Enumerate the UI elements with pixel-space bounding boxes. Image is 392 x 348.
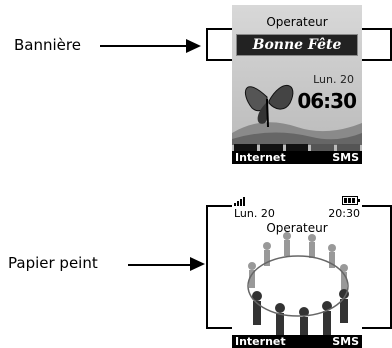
- softkey-internet[interactable]: Internet: [235, 335, 286, 348]
- phone-screen-wallpaper: Lun. 20 20:30 Operateur Internet SMS: [232, 196, 362, 348]
- softkey-sms[interactable]: SMS: [332, 151, 359, 164]
- wallpaper-callout-line: [128, 264, 192, 266]
- wallpaper-arrowhead: [190, 257, 205, 271]
- clock-display: 06:30: [297, 89, 357, 113]
- operator-name: Operateur: [266, 15, 328, 29]
- softkey-bar: Internet SMS: [232, 151, 362, 164]
- status-bar: [232, 196, 362, 206]
- banner-callout-label: Bannière: [14, 36, 81, 54]
- signal-strength-icon: [234, 197, 245, 206]
- banner-arrowhead: [186, 39, 201, 53]
- phone-screen-banner: Operateur Bonne Fête Lun. 20 06:30 Inter…: [232, 5, 362, 164]
- wallpaper-callout-label: Papier peint: [8, 254, 98, 272]
- date-display: Lun. 20: [313, 73, 354, 86]
- banner-callout-line: [100, 45, 188, 47]
- softkey-bar: Internet SMS: [232, 335, 362, 348]
- battery-icon: [342, 196, 360, 205]
- banner-text: Bonne Fête: [236, 34, 358, 56]
- clock-display: 20:30: [328, 207, 360, 220]
- softkey-internet[interactable]: Internet: [235, 151, 286, 164]
- date-display: Lun. 20: [234, 207, 275, 220]
- operator-name: Operateur: [266, 221, 328, 235]
- softkey-sms[interactable]: SMS: [332, 335, 359, 348]
